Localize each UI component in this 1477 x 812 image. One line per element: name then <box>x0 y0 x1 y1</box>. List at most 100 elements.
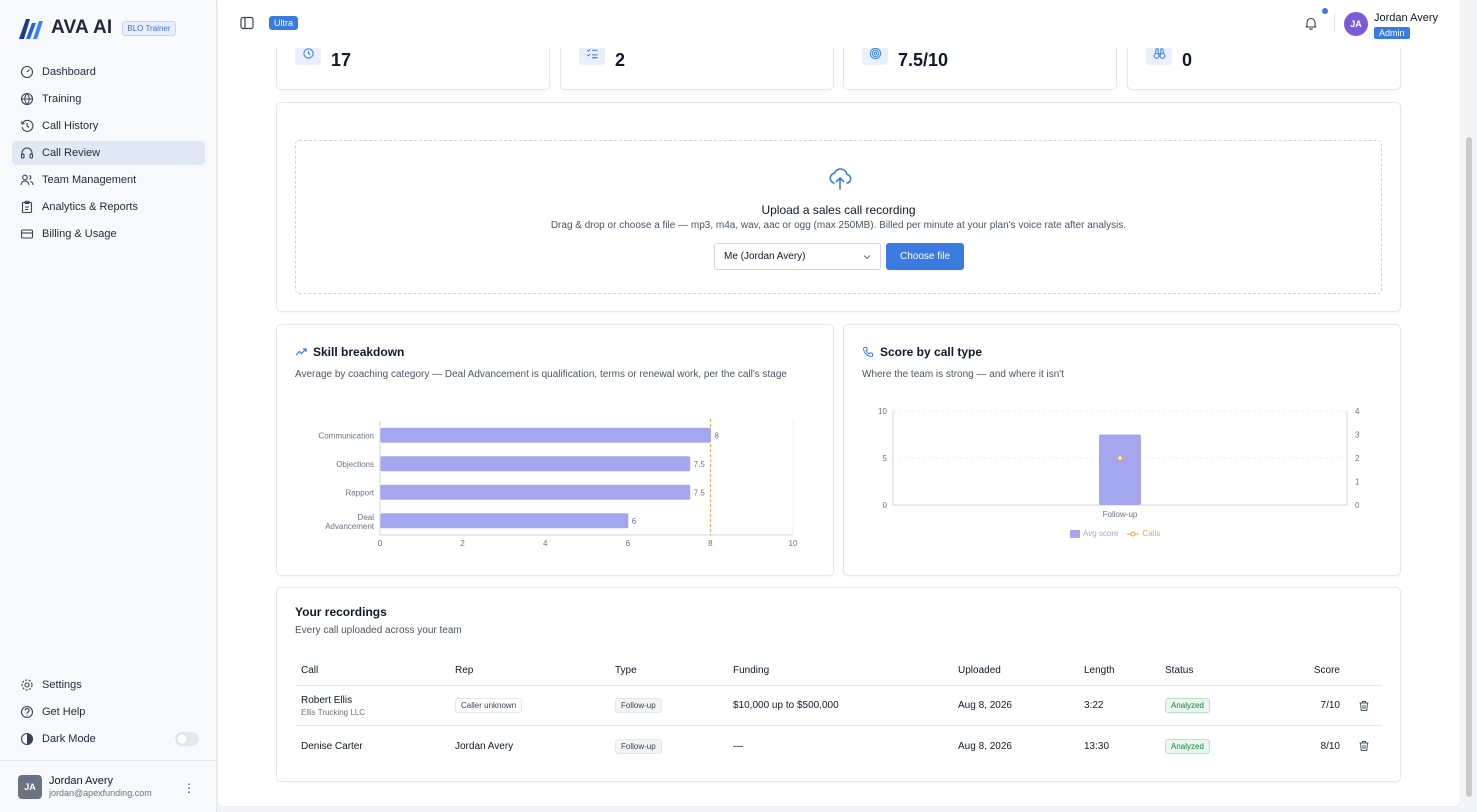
sidebar-item-label: Analytics & Reports <box>42 201 138 213</box>
stat-value: 17 <box>331 50 352 70</box>
length-cell: 3:22 <box>1084 700 1104 711</box>
recordings-card: Your recordings Every call uploaded acro… <box>276 587 1401 782</box>
legend-calls[interactable]: Calls <box>1127 529 1160 538</box>
column-header-call[interactable]: Call <box>301 658 318 685</box>
recordings-table: Call Rep Type Funding Uploaded Length Status Sc… <box>295 658 1382 766</box>
bar-value-label: 7.5 <box>694 460 706 469</box>
x-tick-label: 2 <box>460 539 465 548</box>
call-cell: Denise Carter <box>301 726 363 766</box>
point-calls[interactable] <box>1117 455 1123 461</box>
category-label: Communication <box>318 431 374 440</box>
sidebar-toggle-icon[interactable] <box>240 16 254 30</box>
upload-title: Upload a sales call recording <box>761 203 916 217</box>
sidebar-item-label: Training <box>42 93 82 105</box>
type-chip: Follow-up <box>615 698 662 713</box>
target-icon <box>869 47 881 59</box>
bar[interactable] <box>380 427 711 443</box>
upload-dropzone[interactable]: Upload a sales call recording Drag & dro… <box>295 140 1382 294</box>
sidebar-item-label: Team Management <box>42 174 137 186</box>
brand-name: AVA AI <box>51 17 113 38</box>
sidebar-item-label: Get Help <box>42 706 86 718</box>
avatar: JA <box>18 774 42 799</box>
status-cell: Analyzed <box>1165 726 1210 766</box>
category-label: Advancement <box>325 522 375 531</box>
legend-label: Calls <box>1142 529 1161 538</box>
table-row[interactable]: Robert Ellis Ellis Trucking LLC Caller unk… <box>295 686 1382 726</box>
sidebar-item-get-help[interactable]: Get Help <box>12 700 205 724</box>
y-right-tick-label: 4 <box>1355 407 1360 416</box>
sidebar-item-team-management[interactable]: Team Management <box>12 168 205 192</box>
bar-value-label: 8 <box>714 431 719 440</box>
sidebar-item-training[interactable]: Training <box>12 87 205 111</box>
divider <box>1334 13 1335 33</box>
rep-cell: Caller unknown <box>455 686 523 725</box>
scrollbar[interactable] <box>1466 137 1472 797</box>
dark-mode-toggle[interactable] <box>175 732 199 746</box>
delete-cell <box>1358 726 1370 766</box>
sidebar-user[interactable]: JA Jordan Avery jordan@apexfunding.com ⋮ <box>0 760 217 812</box>
sidebar-item-dashboard[interactable]: Dashboard <box>12 60 205 84</box>
legend-line-marker-icon <box>1127 531 1140 536</box>
sidebar-item-settings[interactable]: Settings <box>12 673 205 697</box>
sidebar-item-dark-mode[interactable]: Dark Mode <box>12 727 205 751</box>
uploaded-cell: Aug 8, 2026 <box>958 700 1012 711</box>
bar[interactable] <box>380 484 691 500</box>
sidebar-item-call-review[interactable]: Call Review <box>12 141 205 165</box>
score-cell: 7/10 <box>1320 700 1340 711</box>
checklist-icon <box>586 48 598 58</box>
column-header-score[interactable]: Score <box>1312 658 1340 685</box>
user-name: Jordan Avery <box>1374 12 1439 24</box>
more-options-icon[interactable]: ⋮ <box>183 781 195 795</box>
sidebar-item-label: Dark Mode <box>42 733 96 745</box>
y-right-tick-label: 2 <box>1355 454 1360 463</box>
column-header-uploaded[interactable]: Uploaded <box>958 658 1001 685</box>
upload-card: Upload a sales call recording Drag & dro… <box>276 102 1401 312</box>
trash-icon[interactable] <box>1358 700 1370 712</box>
sidebar-item-label: Billing & Usage <box>42 228 117 240</box>
clock-icon <box>302 47 314 59</box>
plan-badge: Ultra <box>269 16 299 30</box>
user-avatar[interactable]: JA <box>1344 12 1368 36</box>
sidebar-user-name: Jordan Avery <box>49 775 114 787</box>
trash-icon[interactable] <box>1358 740 1370 752</box>
bar[interactable] <box>380 513 629 529</box>
user-menu[interactable]: Jordan Avery Admin <box>1374 12 1438 39</box>
chart-legend: Avg score Calls <box>1070 529 1169 538</box>
credit-card-icon <box>20 229 34 239</box>
rep-chip: Caller unknown <box>455 698 523 713</box>
call-name: Denise Carter <box>301 740 363 752</box>
legend-swatch <box>1070 529 1080 538</box>
choose-file-button[interactable]: Choose file <box>886 243 964 270</box>
bar-avg-score[interactable] <box>1099 434 1141 506</box>
brand[interactable]: AVA AI BLO Trainer <box>17 15 176 41</box>
table-row[interactable]: Denise Carter Jordan Avery Follow-up — Aug 8… <box>295 726 1382 766</box>
sidebar-item-call-history[interactable]: Call History <box>12 114 205 138</box>
call-name: Robert Ellis <box>301 694 353 706</box>
column-header-status[interactable]: Status <box>1165 658 1193 685</box>
bottom-nav: Settings Get Help Dark Mode <box>12 673 205 754</box>
sidebar: AVA AI BLO Trainer Dashboard Training Call… <box>0 0 217 812</box>
rep-select[interactable]: Me (Jordan Avery) <box>714 243 881 270</box>
call-cell: Robert Ellis Ellis Trucking LLC <box>301 686 365 725</box>
x-tick-label: 8 <box>708 539 713 548</box>
chevron-down-icon <box>863 254 871 259</box>
call-company: Ellis Trucking LLC <box>301 707 366 717</box>
sidebar-item-billing-and-usage[interactable]: Billing & Usage <box>12 222 205 246</box>
sidebar-item-analytics-and-reports[interactable]: Analytics & Reports <box>12 195 205 219</box>
bell-icon[interactable] <box>1304 16 1318 30</box>
bar[interactable] <box>380 456 691 472</box>
stat-value: 2 <box>615 50 626 70</box>
history-icon <box>20 119 34 132</box>
table-header: Call Rep Type Funding Uploaded Length Status Sc… <box>295 658 1382 686</box>
column-header-type[interactable]: Type <box>615 658 637 685</box>
topbar: Ultra JA Jordan Avery Admin <box>218 0 1460 48</box>
column-header-funding[interactable]: Funding <box>733 658 769 685</box>
headphones-icon <box>20 147 34 159</box>
column-header-rep[interactable]: Rep <box>455 658 473 685</box>
column-header-length[interactable]: Length <box>1084 658 1115 685</box>
help-icon <box>20 705 34 719</box>
x-tick-label: 0 <box>378 539 383 548</box>
legend-avg-score[interactable]: Avg score <box>1070 529 1118 538</box>
dashboard-icon <box>20 65 34 79</box>
category-label: Objections <box>336 460 374 469</box>
